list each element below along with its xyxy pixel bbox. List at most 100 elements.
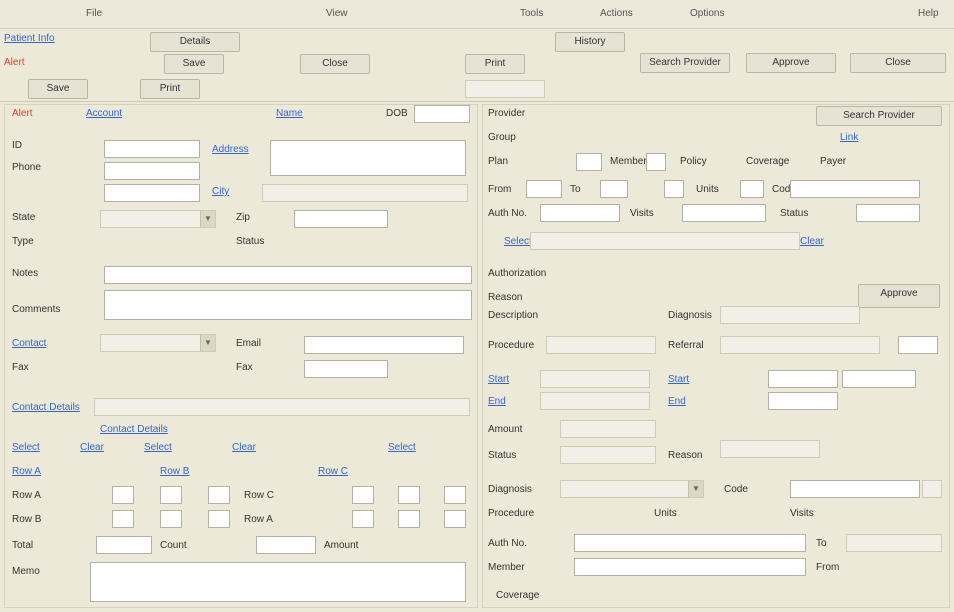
grid-cell[interactable] (160, 510, 182, 528)
start-input[interactable] (540, 370, 650, 388)
start-link[interactable]: Start (488, 374, 509, 385)
col-link-4[interactable]: Clear (232, 442, 256, 453)
code-value-input[interactable] (790, 180, 920, 198)
member-cell[interactable] (646, 153, 666, 171)
row-head-3[interactable]: Row C (318, 466, 348, 477)
approve-button[interactable]: Approve (858, 284, 940, 308)
group-link[interactable]: Link (840, 132, 858, 143)
status-right-input[interactable] (856, 204, 920, 222)
save-button[interactable]: Save (164, 54, 224, 74)
code-bottom-input[interactable] (790, 480, 920, 498)
status-bottom-input[interactable] (560, 446, 656, 464)
tab-history[interactable]: History (555, 32, 625, 52)
visits-input[interactable] (682, 204, 766, 222)
plan-cell[interactable] (576, 153, 602, 171)
memo-input[interactable] (90, 562, 466, 602)
address-link[interactable]: Address (212, 144, 249, 155)
col-link-3[interactable]: Select (144, 442, 172, 453)
grid-cell[interactable] (444, 486, 466, 504)
toolbar-item-help[interactable]: Help (918, 5, 939, 23)
toolbar-item-tools[interactable]: Tools (520, 5, 543, 23)
grid-cell[interactable] (160, 486, 182, 504)
auth-input[interactable] (540, 204, 620, 222)
amt-input[interactable] (560, 420, 656, 438)
comments-input[interactable] (104, 290, 472, 320)
total-input[interactable] (96, 536, 152, 554)
contact-select[interactable]: ▼ (100, 334, 216, 352)
id-input[interactable] (104, 140, 200, 158)
grid-cell[interactable] (444, 510, 466, 528)
search-provider-button[interactable]: Search Provider (816, 106, 942, 126)
proc-input[interactable] (546, 336, 656, 354)
end-input-2[interactable] (768, 392, 838, 410)
end-input[interactable] (540, 392, 650, 410)
grid-cell[interactable] (352, 510, 374, 528)
id-input-2[interactable] (104, 162, 200, 180)
ref-input[interactable] (720, 336, 880, 354)
row-head-1[interactable]: Row A (12, 466, 41, 477)
name-link[interactable]: Name (276, 108, 303, 119)
code-input[interactable] (740, 180, 764, 198)
from-input[interactable] (526, 180, 562, 198)
toolbar-item-view[interactable]: View (326, 5, 348, 23)
select-link[interactable]: Select (504, 236, 532, 247)
dx-input[interactable] (720, 306, 860, 324)
account-link[interactable]: Account (86, 108, 122, 119)
units-input[interactable] (664, 180, 684, 198)
right-button-3[interactable]: Close (850, 53, 946, 73)
address-input[interactable] (270, 140, 466, 176)
section-sub-link[interactable]: Contact Details (100, 424, 168, 435)
grid-cell[interactable] (352, 486, 374, 504)
grid-cell[interactable] (112, 486, 134, 504)
clear-link[interactable]: Clear (800, 236, 824, 247)
email-input[interactable] (304, 336, 464, 354)
toolbar-item-file[interactable]: File (86, 5, 102, 23)
dx-select[interactable]: ▼ (560, 480, 704, 498)
grid-cell[interactable] (208, 510, 230, 528)
state-select[interactable]: ▼ (100, 210, 216, 228)
grid-cell[interactable] (398, 486, 420, 504)
auth-bottom-input[interactable] (574, 534, 806, 552)
toolbar-item-actions[interactable]: Actions (600, 5, 633, 23)
sub-button-1[interactable]: Save (28, 79, 88, 99)
end-link-2[interactable]: End (668, 396, 686, 407)
grid-cell[interactable] (208, 486, 230, 504)
grid-cell[interactable] (398, 510, 420, 528)
start-link-2[interactable]: Start (668, 374, 689, 385)
right-button-1[interactable]: Search Provider (640, 53, 730, 73)
print-button[interactable]: Print (465, 54, 525, 74)
toolbar-item-options[interactable]: Options (690, 5, 724, 23)
col-link-1[interactable]: Select (12, 442, 40, 453)
section-link[interactable]: Contact Details (12, 402, 80, 413)
zip-input[interactable] (294, 210, 388, 228)
chevron-down-icon[interactable]: ▼ (200, 211, 215, 227)
start-input-2[interactable] (768, 370, 838, 388)
row-head-2[interactable]: Row B (160, 466, 189, 477)
dob-input[interactable] (414, 105, 470, 123)
city-link[interactable]: City (212, 186, 229, 197)
chevron-down-icon[interactable]: ▼ (688, 481, 703, 497)
select-field[interactable] (530, 232, 800, 250)
grid-cell[interactable] (112, 510, 134, 528)
col-link-5[interactable]: Select (388, 442, 416, 453)
id-input-3[interactable] (104, 184, 200, 202)
right-button-2[interactable]: Approve (746, 53, 836, 73)
tab-details[interactable]: Details (150, 32, 240, 52)
notes-input[interactable] (104, 266, 472, 284)
contact-link[interactable]: Contact (12, 338, 46, 349)
member-bottom-input[interactable] (574, 558, 806, 576)
chevron-down-icon[interactable]: ▼ (200, 335, 215, 351)
col-link-2[interactable]: Clear (80, 442, 104, 453)
code-bottom-btn[interactable] (922, 480, 942, 498)
to-input[interactable] (600, 180, 628, 198)
header-field[interactable] (465, 80, 545, 98)
end-link[interactable]: End (488, 396, 506, 407)
start-input-3[interactable] (842, 370, 916, 388)
sub-button-2[interactable]: Print (140, 79, 200, 99)
city-input[interactable] (262, 184, 468, 202)
to-bottom-input[interactable] (846, 534, 942, 552)
fax-input[interactable] (304, 360, 388, 378)
count-input[interactable] (256, 536, 316, 554)
section-field[interactable] (94, 398, 470, 416)
reason-bottom-input[interactable] (720, 440, 820, 458)
